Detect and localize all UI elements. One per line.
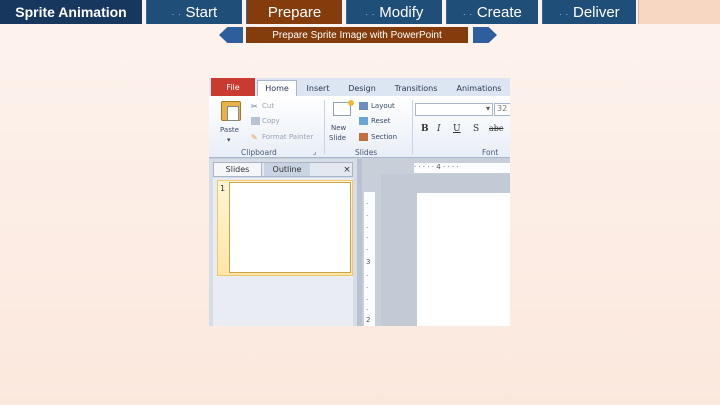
format-painter-icon: ✎: [251, 133, 258, 142]
paste-label[interactable]: Paste: [220, 126, 239, 134]
dots-icon: . .: [171, 7, 182, 17]
new-slide-label-1[interactable]: New: [331, 124, 346, 132]
layout-label[interactable]: Layout: [371, 102, 395, 110]
copy-label[interactable]: Copy: [262, 117, 280, 125]
slide-thumbnail[interactable]: [229, 182, 351, 273]
font-size-field[interactable]: 32: [494, 103, 510, 116]
bold-button[interactable]: B: [421, 124, 429, 134]
chevron-down-icon[interactable]: ▾: [227, 136, 231, 144]
shadow-button[interactable]: S: [473, 124, 479, 134]
slide-number: 1: [220, 184, 226, 193]
reset-icon: [359, 117, 368, 125]
dots-icon: . .: [559, 7, 569, 17]
group-label-clipboard: Clipboard: [241, 148, 277, 157]
arrow-left-icon[interactable]: [219, 27, 243, 43]
tab-outline[interactable]: Outline: [264, 163, 310, 176]
ribbon-tab-transitions[interactable]: Transitions: [391, 80, 441, 96]
section-subtitle: Prepare Sprite Image with PowerPoint: [246, 27, 468, 43]
tab-modify-label: Modify: [379, 3, 424, 21]
tab-start-label: Start: [185, 3, 218, 21]
horizontal-ruler: · · · · · 4 · · · ·: [414, 163, 510, 173]
tab-deliver-label: Deliver: [572, 3, 620, 21]
pane-splitter[interactable]: [357, 159, 362, 326]
tab-create[interactable]: . . Create: [446, 0, 538, 24]
close-icon[interactable]: ×: [342, 163, 352, 176]
tab-modify[interactable]: . . Modify: [346, 0, 442, 24]
arrow-right-icon[interactable]: [473, 27, 497, 43]
ribbon-tab-insert[interactable]: Insert: [303, 80, 333, 96]
layout-icon: [359, 102, 368, 110]
ribbon-tab-file[interactable]: File: [211, 78, 255, 96]
underline-button[interactable]: U: [453, 124, 461, 134]
paste-icon[interactable]: [221, 101, 241, 121]
section-label[interactable]: Section: [371, 133, 397, 141]
tab-slides[interactable]: Slides: [214, 163, 262, 176]
strikethrough-button[interactable]: abc: [489, 124, 503, 133]
powerpoint-screenshot: File Home Insert Design Transitions Anim…: [209, 78, 510, 326]
vruler-label-2: 2: [366, 316, 371, 324]
tab-start[interactable]: . . Start: [146, 0, 242, 24]
font-name-dropdown[interactable]: [415, 103, 493, 116]
group-label-font: Font: [482, 148, 499, 157]
ribbon-tab-home[interactable]: Home: [257, 80, 297, 96]
app-title: Sprite Animation: [0, 0, 142, 24]
cut-label[interactable]: Cut: [262, 102, 274, 110]
italic-button[interactable]: I: [437, 124, 441, 134]
vertical-ruler: · · · · · 3 · · · · 2: [364, 192, 376, 326]
section-icon: [359, 133, 368, 141]
nav-filler: [638, 0, 720, 24]
tab-prepare-label: Prepare: [267, 3, 322, 21]
top-nav-bar: Sprite Animation . . Start Prepare . . M…: [0, 0, 720, 24]
dots-icon: . .: [365, 7, 376, 17]
ribbon-tab-row: File Home Insert Design Transitions Anim…: [209, 78, 510, 96]
dots-icon: . .: [463, 7, 473, 17]
pane-tab-bar: Slides Outline ×: [213, 162, 353, 177]
group-divider: [324, 100, 325, 154]
group-divider: [412, 100, 413, 154]
scissors-icon: ✂: [251, 102, 258, 111]
tab-prepare[interactable]: Prepare: [246, 0, 342, 24]
dialog-launcher-icon[interactable]: ⌟: [313, 148, 316, 156]
ribbon-tab-animations[interactable]: Animations: [453, 80, 505, 96]
group-label-slides: Slides: [355, 148, 378, 157]
tab-create-label: Create: [476, 3, 522, 21]
new-slide-icon[interactable]: [333, 100, 354, 116]
ribbon: Paste ▾ ✂ Cut Copy ✎ Format Painter Clip…: [209, 96, 510, 158]
format-painter-label[interactable]: Format Painter: [262, 133, 313, 141]
ribbon-tab-design[interactable]: Design: [345, 80, 379, 96]
vruler-label-3: 3: [366, 258, 371, 266]
new-slide-label-2[interactable]: Slide: [329, 134, 346, 142]
copy-icon: [251, 117, 260, 125]
slide-canvas[interactable]: [417, 193, 510, 326]
tab-deliver[interactable]: . . Deliver: [542, 0, 636, 24]
reset-label[interactable]: Reset: [371, 117, 391, 125]
